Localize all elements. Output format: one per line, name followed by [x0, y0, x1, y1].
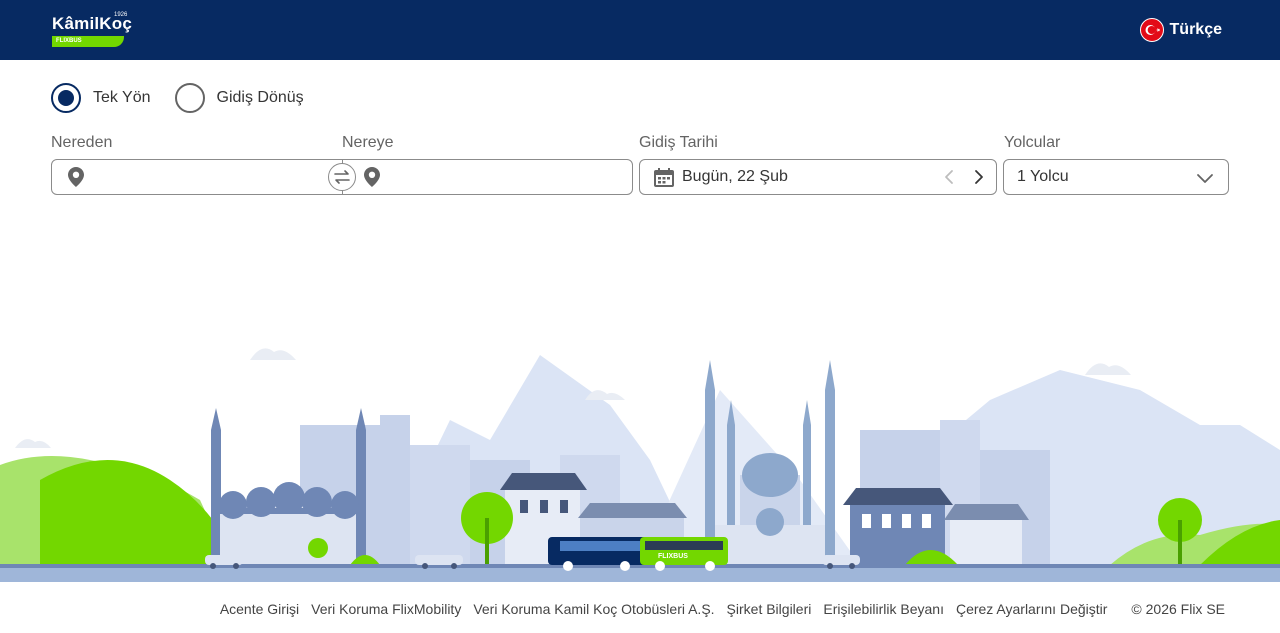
logo-flixbus-tag: FLIXBUS	[52, 36, 124, 47]
footer-link-agency-login[interactable]: Acente Girişi	[220, 601, 299, 617]
round-trip-radio-circle[interactable]	[174, 83, 205, 113]
city-skyline-illustration: FLIXBUS	[0, 348, 1280, 582]
round-trip-radio[interactable]: Gidiş Dönüş	[174, 83, 304, 113]
map-pin-icon	[364, 167, 380, 192]
one-way-radio-circle[interactable]	[51, 83, 81, 113]
one-way-radio[interactable]: Tek Yön	[51, 83, 151, 113]
date-field[interactable]: Bugün, 22 Şub	[639, 159, 997, 195]
chevron-left-icon[interactable]	[938, 166, 960, 188]
language-label: Türkçe	[1169, 21, 1222, 38]
footer: Acente Girişi Veri Koruma FlixMobility V…	[0, 596, 1280, 622]
passengers-value: 1 Yolcu	[1017, 168, 1069, 185]
from-to-field-group	[51, 159, 633, 195]
bus-flixbus-text: FLIXBUS	[658, 553, 688, 560]
round-trip-label: Gidiş Dönüş	[216, 89, 304, 106]
chevron-right-icon[interactable]	[968, 166, 990, 188]
to-label: Nereye	[342, 134, 394, 151]
logo-year-text: 1926	[114, 12, 128, 18]
footer-link-privacy-kamilkoc[interactable]: Veri Koruma Kamil Koç Otobüsleri A.Ş.	[473, 601, 714, 617]
from-input[interactable]	[52, 160, 342, 194]
turkey-flag-icon	[1139, 18, 1164, 42]
from-label: Nereden	[51, 134, 113, 151]
copyright-text: © 2026 Flix SE	[1131, 601, 1225, 617]
to-input[interactable]	[343, 160, 633, 194]
calendar-icon	[654, 168, 674, 192]
map-pin-icon	[68, 167, 84, 192]
kamilkoc-logo[interactable]: KâmilKoç 1926 FLIXBUS	[52, 12, 132, 50]
date-value: Bugün, 22 Şub	[682, 168, 788, 185]
top-header: KâmilKoç 1926 FLIXBUS Türkçe	[0, 0, 1280, 60]
language-selector[interactable]: Türkçe	[1139, 18, 1222, 42]
footer-link-privacy-flixmobility[interactable]: Veri Koruma FlixMobility	[311, 601, 461, 617]
date-label: Gidiş Tarihi	[639, 134, 718, 151]
footer-link-cookie-settings[interactable]: Çerez Ayarlarını Değiştir	[956, 601, 1107, 617]
footer-link-accessibility[interactable]: Erişilebilirlik Beyanı	[823, 601, 944, 617]
one-way-label: Tek Yön	[93, 89, 151, 106]
chevron-down-icon	[1196, 169, 1214, 192]
passengers-label: Yolcular	[1004, 134, 1061, 151]
trip-type-group: Tek Yön Gidiş Dönüş	[51, 83, 304, 113]
footer-link-company-info[interactable]: Şirket Bilgileri	[727, 601, 812, 617]
passengers-dropdown[interactable]: 1 Yolcu	[1003, 159, 1229, 195]
